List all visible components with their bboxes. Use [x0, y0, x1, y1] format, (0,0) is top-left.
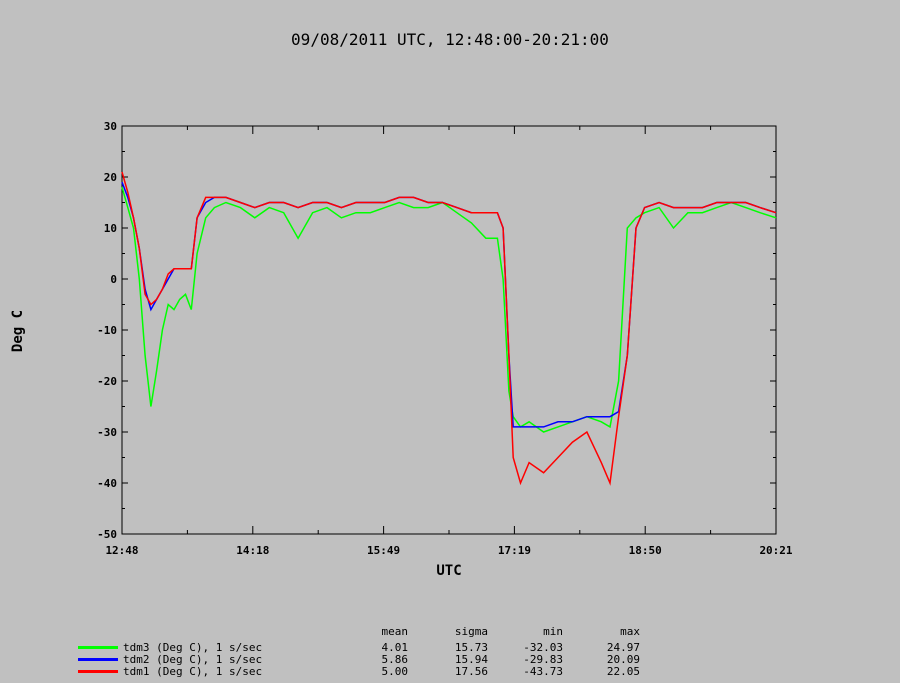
stat-min-tdm1: -43.73	[523, 665, 563, 678]
stat-mean-tdm1: 5.00	[381, 665, 409, 678]
y-tick-label: 30	[104, 120, 117, 133]
stats-header-sigma: sigma	[454, 625, 488, 638]
stat-sigma-tdm1: 17.56	[454, 665, 488, 678]
x-tick-label: 20:21	[759, 544, 792, 557]
stats-header-max: max	[620, 625, 640, 638]
legend-swatch-tdm2	[78, 658, 118, 661]
plot-area	[121, 125, 777, 535]
legend-item-tdm1: tdm1 (Deg C), 1 s/sec 5.00 17.56 -43.73 …	[78, 666, 878, 678]
chart-canvas: 09/08/2011 UTC, 12:48:00-20:21:00 30 20 10…	[10, 30, 793, 579]
legend-label-tdm1: tdm1 (Deg C), 1 s/sec	[123, 665, 263, 678]
x-tick-label: 17:19	[498, 544, 531, 557]
x-axis-label: UTC	[436, 563, 461, 579]
y-tick-label: -50	[97, 528, 117, 541]
legend-swatch-tdm3	[78, 646, 118, 649]
y-tick-label: -30	[97, 426, 117, 439]
y-tick-label: 20	[104, 171, 117, 184]
x-tick-label: 14:18	[236, 544, 269, 557]
chart-title: 09/08/2011 UTC, 12:48:00-20:21:00	[291, 30, 609, 49]
y-tick-label: 10	[104, 222, 117, 235]
y-tick-label: 0	[110, 273, 117, 286]
x-tick-label: 12:48	[105, 544, 138, 557]
stats-header-mean: mean	[381, 625, 409, 638]
x-tick-label: 18:50	[629, 544, 662, 557]
x-tick-label: 15:49	[367, 544, 400, 557]
y-tick-label: -40	[97, 477, 117, 490]
stats-header-row: mean sigma min max	[78, 626, 878, 638]
stats-header-min: min	[543, 625, 563, 638]
legend-swatch-tdm1	[78, 670, 118, 673]
y-tick-label: -20	[97, 375, 117, 388]
stat-max-tdm1: 22.05	[606, 665, 640, 678]
y-tick-label: -10	[97, 324, 117, 337]
y-axis-label: Deg C	[10, 310, 26, 352]
